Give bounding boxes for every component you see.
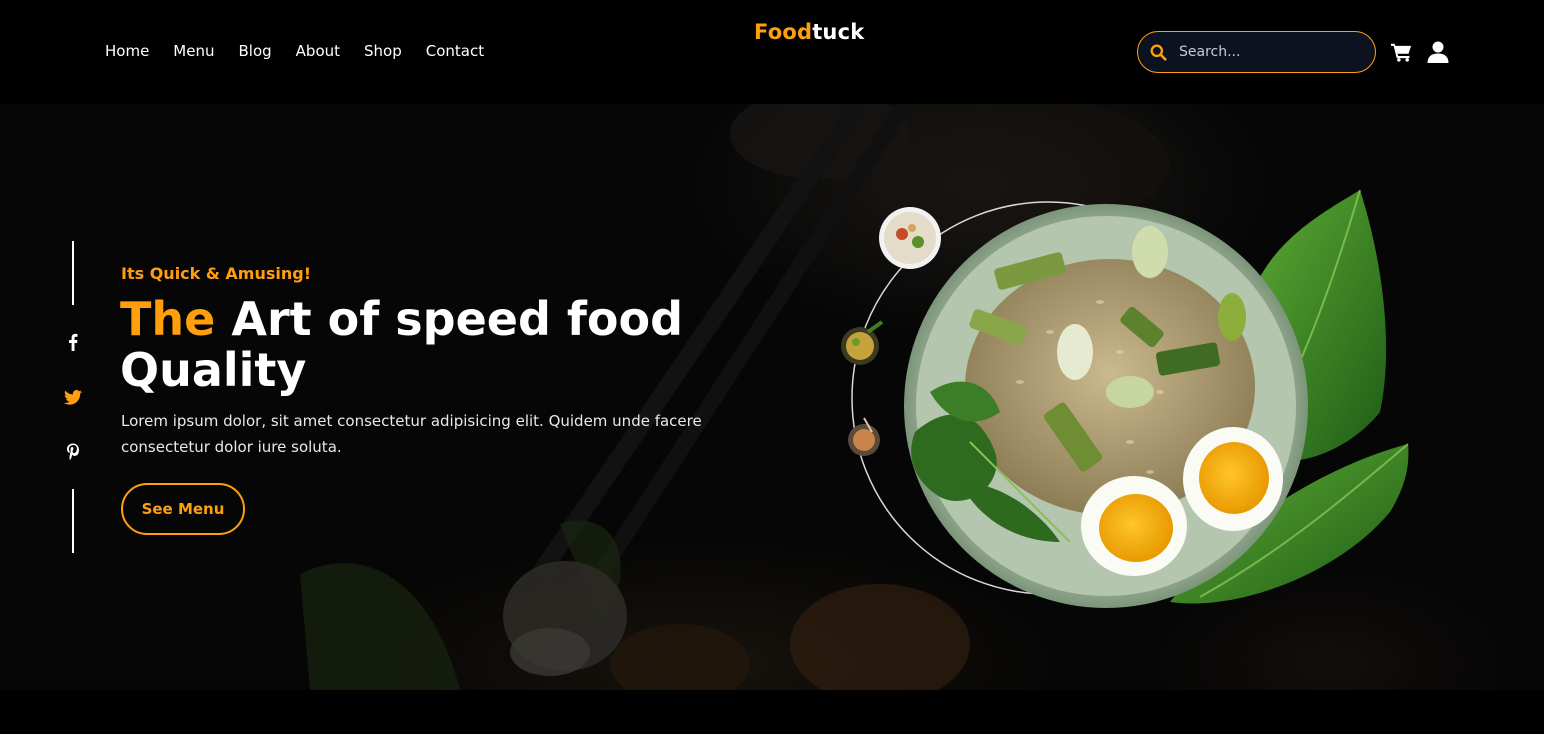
nav-link-menu[interactable]: Menu: [173, 42, 214, 60]
logo-accent: Food: [754, 20, 813, 44]
nav-link-blog[interactable]: Blog: [238, 42, 271, 60]
twitter-icon[interactable]: [64, 388, 82, 406]
search-icon[interactable]: [1150, 44, 1167, 61]
user-icon[interactable]: [1427, 41, 1449, 63]
main-nav: Home Menu Blog About Shop Contact: [105, 42, 484, 60]
hero-section: Its Quick & Amusing! The Art of speed fo…: [0, 104, 1544, 690]
hero-dish-image: [841, 189, 1409, 608]
hero-description: Lorem ipsum dolor, sit amet consectetur …: [121, 412, 702, 456]
nav-link-home[interactable]: Home: [105, 42, 149, 60]
pinterest-icon[interactable]: [64, 443, 82, 461]
search-bar[interactable]: [1137, 31, 1376, 73]
nav-link-shop[interactable]: Shop: [364, 42, 402, 60]
facebook-icon[interactable]: [64, 333, 82, 351]
thumbnail-dish-1: [879, 207, 941, 269]
logo-rest: tuck: [812, 20, 865, 44]
cart-icon[interactable]: [1391, 42, 1412, 62]
social-divider-top: [72, 241, 74, 305]
site-logo[interactable]: Foodtuck: [754, 20, 864, 44]
hero-tagline: Its Quick & Amusing!: [121, 264, 311, 283]
nav-link-contact[interactable]: Contact: [426, 42, 484, 60]
nav-link-about[interactable]: About: [296, 42, 340, 60]
hero-headline: The Art of speed food Quality: [120, 294, 760, 396]
thumbnail-dish-2: [841, 320, 884, 365]
search-input[interactable]: [1179, 44, 1359, 60]
thumbnail-dish-3: [848, 417, 880, 456]
see-menu-button[interactable]: See Menu: [121, 483, 245, 535]
social-divider-bottom: [72, 489, 74, 553]
navbar: Home Menu Blog About Shop Contact Foodtu…: [0, 0, 1544, 104]
headline-accent: The: [120, 292, 216, 346]
